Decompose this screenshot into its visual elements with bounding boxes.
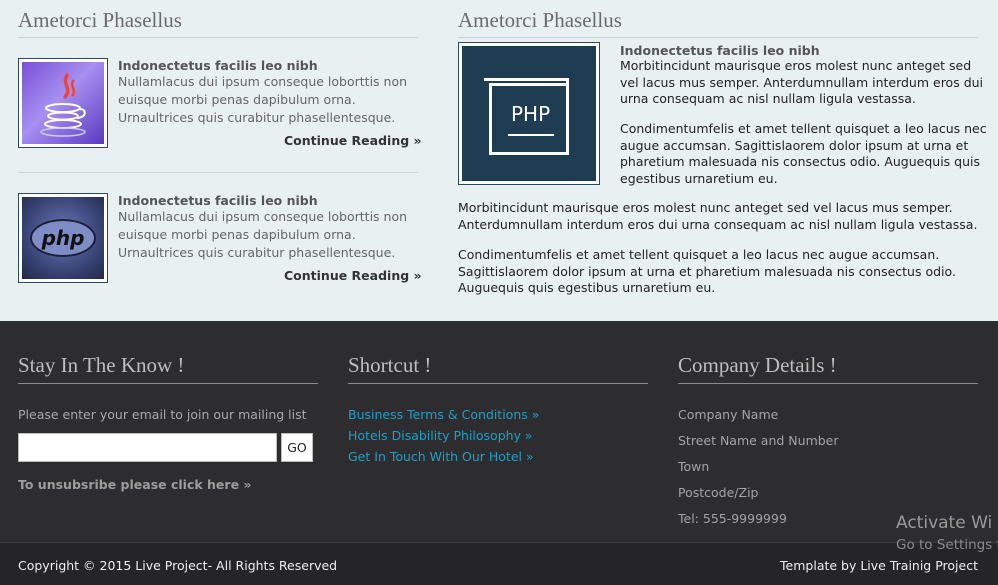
email-input[interactable] [18,433,277,462]
company-heading: Company Details ! [678,353,978,384]
text-line: Condimentumfelis et amet tellent quisque… [458,247,940,262]
post-divider [18,172,418,173]
activation-watermark-title: Activate Wi [896,513,993,533]
newsletter-heading: Stay In The Know ! [18,353,318,384]
text-line: augue accumsan. Sagittislaorem dolor ips… [620,137,969,153]
activation-watermark-subtitle: Go to Settings t [896,537,998,553]
text-line: Condimentumfelis et amet tellent quisque… [620,121,987,136]
template-credit[interactable]: Template by Live Trainig Project [780,558,978,573]
php-book-icon: PHP [462,46,596,181]
post-1-line: Urnaultrices quis curabitur phasellentes… [118,110,396,125]
company-phone: Tel: 555-9999999 [678,511,787,526]
text-line: Morbitincidunt maurisque eros molest nun… [620,58,972,73]
company-town: Town [678,459,710,474]
text-line: egestibus urnaretium eu. [620,170,778,186]
post-1-line: Nullamlacus dui ipsum conseque loborttis… [118,74,408,89]
featured-paragraph-4: Condimentumfelis et amet tellent quisque… [458,247,956,297]
featured-paragraph-2: Condimentumfelis et amet tellent quisque… [620,121,987,187]
text-line: Anterdumnullam interdum eros dui urna co… [458,216,978,232]
right-section-heading: Ametorci Phasellus [458,8,978,38]
text-line: Sagittislaorem dolor ipsum at urna et ph… [458,263,956,279]
unsubscribe-link[interactable]: To unsubsribe please click here » [18,477,251,492]
newsletter-prompt: Please enter your email to join our mail… [18,407,307,422]
company-street: Street Name and Number [678,433,839,448]
post-2-line: euisque morbi penas dapibulum orna. [118,227,356,242]
post-1-thumbnail[interactable] [18,58,108,148]
php-frame-notch [484,78,569,86]
footer: Stay In The Know ! Please enter your ema… [0,321,998,542]
post-1-title: Indonectetus facilis leo nibh [118,58,318,73]
post-1-excerpt: Nullamlacus dui ipsum conseque loborttis… [118,73,407,127]
php-underline [508,134,554,136]
post-2-excerpt: Nullamlacus dui ipsum conseque loborttis… [118,208,407,262]
text-line: Auguequis quis egestibus urnaretium eu. [458,280,716,295]
php-logo-oval: php [30,219,96,257]
featured-paragraph-1: Morbitincidunt maurisque eros molest nun… [620,58,983,108]
php-label: PHP [511,102,551,126]
shortcut-link-disability[interactable]: Hotels Disability Philosophy » [348,428,533,443]
featured-image[interactable]: PHP [458,42,600,185]
post-1-continue-reading-link[interactable]: Continue Reading » [284,133,422,148]
post-2-title: Indonectetus facilis leo nibh [118,193,318,208]
featured-title: Indonectetus facilis leo nibh [620,43,820,58]
post-2-thumbnail[interactable]: php [18,193,108,283]
text-line: Morbitincidunt maurisque eros molest nun… [458,200,953,215]
post-2-continue-reading-link[interactable]: Continue Reading » [284,268,422,283]
copyright-text: Copyright © 2015 Live Project- All Right… [18,558,338,573]
php-icon: php [22,197,104,279]
shortcut-link-contact[interactable]: Get In Touch With Our Hotel » [348,449,534,464]
post-2-line: Nullamlacus dui ipsum conseque loborttis… [118,209,408,224]
go-button[interactable]: GO [281,433,313,462]
featured-paragraph-3: Morbitincidunt maurisque eros molest nun… [458,200,977,233]
php-logo-text: php [41,226,85,250]
content-area: Ametorci Phasellus Indonectetus facilis … [0,0,998,321]
shortcut-link-terms[interactable]: Business Terms & Conditions » [348,407,539,422]
java-icon [22,62,104,144]
company-name: Company Name [678,407,779,422]
post-2-line: Urnaultrices quis curabitur phasellentes… [118,245,396,260]
left-section-heading: Ametorci Phasellus [18,8,418,38]
text-line: urna consequam ac nisl nullam ligula ves… [620,91,916,106]
copyright-bar: Copyright © 2015 Live Project- All Right… [0,542,998,585]
post-1-line: euisque morbi penas dapibulum orna. [118,92,356,107]
shortcut-heading: Shortcut ! [348,353,648,384]
text-line: pharetium malesuada nis consectus odio. … [620,154,980,169]
text-line: vel lacus mus semper. Anterdumnullam int… [620,74,984,90]
company-postcode: Postcode/Zip [678,485,759,500]
